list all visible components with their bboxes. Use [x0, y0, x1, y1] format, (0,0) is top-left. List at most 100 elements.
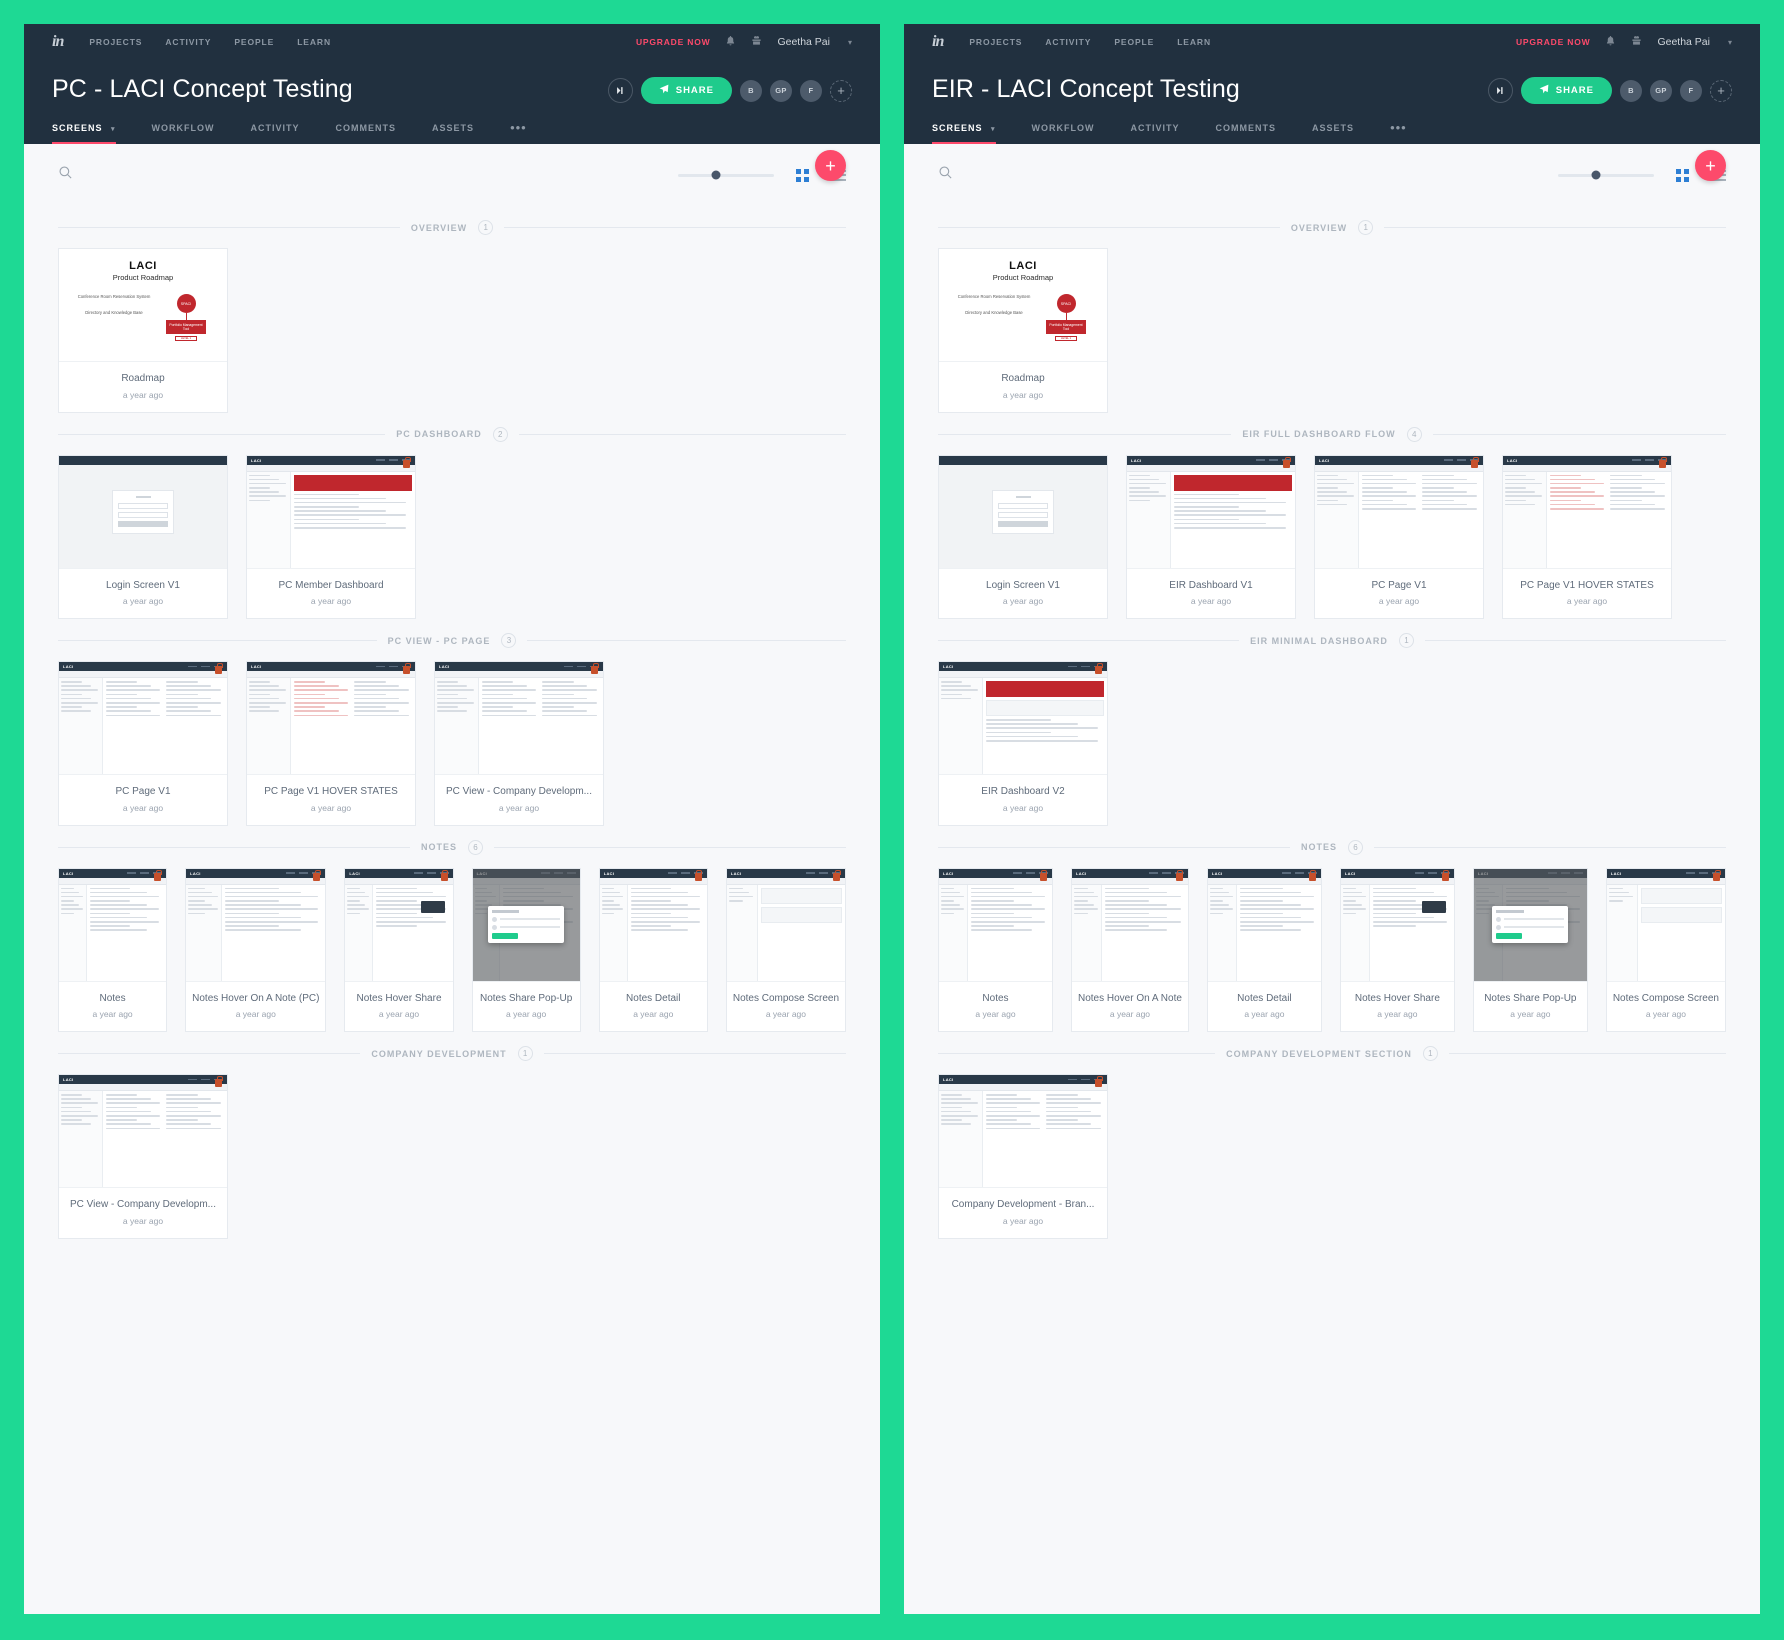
tab-activity[interactable]: ACTIVITY — [233, 123, 318, 144]
screen-card[interactable]: LACI Notes Hover Share a year ago — [344, 867, 454, 1032]
invision-logo-icon[interactable]: in — [52, 33, 64, 51]
screen-card[interactable]: Login Screen V1 a year ago — [58, 454, 228, 619]
screen-thumbnail-area[interactable]: LACI — [59, 662, 227, 775]
tab-screens[interactable]: SCREENS ▾ — [932, 123, 1014, 144]
tab-workflow[interactable]: WORKFLOW — [134, 123, 233, 144]
screen-card[interactable]: LACI Notes Hover On A Note a year ago — [1070, 867, 1189, 1032]
screen-card[interactable]: LACI Notes Detail a year ago — [598, 867, 708, 1032]
screen-thumbnail-area[interactable]: LACI — [1127, 455, 1295, 569]
screen-card[interactable]: LACI Company Development - Bran... a yea… — [938, 1074, 1108, 1239]
screen-card[interactable]: LACI Notes Compose Screen a year ago — [1605, 867, 1726, 1032]
present-mode-icon[interactable] — [1487, 78, 1513, 103]
topnav-link-learn[interactable]: LEARN — [297, 37, 331, 47]
screen-card[interactable]: LACI Notes a year ago — [938, 867, 1053, 1032]
avatar[interactable]: GP — [770, 79, 792, 102]
share-button[interactable]: SHARE — [1520, 77, 1612, 104]
present-mode-icon[interactable] — [607, 78, 633, 103]
avatar[interactable]: GP — [1650, 79, 1672, 102]
screen-thumbnail-area[interactable]: LACI — [1340, 868, 1454, 982]
slider-knob[interactable] — [1591, 170, 1601, 180]
screen-card[interactable]: LACI Product Roadmap Conference Room Res… — [938, 248, 1108, 413]
gift-icon[interactable] — [1631, 35, 1642, 49]
screen-card[interactable]: LACI Notes Hover On A Note (PC) a year a… — [185, 867, 327, 1032]
screen-thumbnail-area[interactable]: LACI — [472, 868, 580, 982]
screen-thumbnail-area[interactable]: LACI — [59, 868, 167, 982]
avatar[interactable]: F — [800, 79, 822, 102]
screen-card[interactable]: LACI PC Page V1 a year ago — [58, 661, 228, 826]
thumbnail-size-slider[interactable] — [678, 170, 774, 180]
add-screen-fab[interactable]: + — [815, 150, 846, 181]
add-member-button[interactable]: + — [830, 79, 852, 102]
screen-thumbnail-area[interactable]: LACI — [1207, 868, 1321, 982]
topnav-link-people[interactable]: PEOPLE — [234, 37, 274, 47]
user-menu-name[interactable]: Geetha Pai — [777, 36, 830, 48]
screen-thumbnail-area[interactable]: LACI Product Roadmap Conference Room Res… — [59, 249, 227, 362]
gift-icon[interactable] — [751, 35, 762, 49]
topnav-link-activity[interactable]: ACTIVITY — [1045, 37, 1091, 47]
avatar[interactable]: B — [740, 79, 762, 102]
topnav-link-projects[interactable]: PROJECTS — [89, 37, 142, 47]
tab-workflow[interactable]: WORKFLOW — [1014, 123, 1113, 144]
slider-knob[interactable] — [711, 170, 721, 180]
invision-logo-icon[interactable]: in — [932, 33, 944, 51]
screen-thumbnail-area[interactable]: LACI — [939, 868, 1052, 982]
search-icon[interactable] — [58, 165, 73, 185]
screen-card[interactable]: LACI PC Page V1 HOVER STATES a year ago — [1502, 454, 1672, 619]
bell-icon[interactable] — [1605, 35, 1616, 49]
screen-thumbnail-area[interactable]: LACI — [345, 868, 453, 982]
share-button[interactable]: SHARE — [640, 77, 732, 104]
grid-view-icon[interactable] — [1676, 168, 1689, 182]
upgrade-now-link[interactable]: UPGRADE NOW — [636, 37, 710, 47]
screen-card[interactable]: LACI PC Page V1 a year ago — [1314, 454, 1484, 619]
screen-card[interactable]: LACI PC View - Company Developm... a yea… — [58, 1074, 228, 1239]
add-screen-fab[interactable]: + — [1695, 150, 1726, 181]
grid-view-icon[interactable] — [796, 168, 809, 182]
screen-thumbnail-area[interactable]: LACI — [939, 1075, 1107, 1188]
screen-thumbnail-area[interactable]: LACI — [939, 662, 1107, 775]
add-member-button[interactable]: + — [1710, 79, 1732, 102]
screen-card[interactable]: LACI PC Page V1 HOVER STATES a year ago — [246, 661, 416, 826]
chevron-down-icon[interactable]: ▾ — [1728, 38, 1732, 47]
topnav-link-projects[interactable]: PROJECTS — [969, 37, 1022, 47]
avatar[interactable]: B — [1620, 79, 1642, 102]
tab-assets[interactable]: ASSETS — [1294, 123, 1372, 144]
avatar[interactable]: F — [1680, 79, 1702, 102]
screen-card[interactable]: Login Screen V1 a year ago — [938, 454, 1108, 619]
bell-icon[interactable] — [725, 35, 736, 49]
screen-thumbnail-area[interactable]: LACI — [726, 868, 846, 982]
screen-thumbnail-area[interactable]: LACI — [1503, 455, 1671, 569]
screen-thumbnail-area[interactable]: LACI — [599, 868, 707, 982]
screen-thumbnail-area[interactable] — [59, 455, 227, 569]
screen-card[interactable]: LACI Notes Compose Screen a year ago — [725, 867, 847, 1032]
upgrade-now-link[interactable]: UPGRADE NOW — [1516, 37, 1590, 47]
screen-thumbnail-area[interactable]: LACI Product Roadmap Conference Room Res… — [939, 249, 1107, 362]
screen-card[interactable]: LACI Notes Detail a year ago — [1206, 867, 1322, 1032]
topnav-link-activity[interactable]: ACTIVITY — [165, 37, 211, 47]
screen-thumbnail-area[interactable]: LACI — [247, 455, 415, 569]
search-icon[interactable] — [938, 165, 953, 185]
screen-thumbnail-area[interactable]: LACI — [186, 868, 326, 982]
screen-thumbnail-area[interactable]: LACI — [1315, 455, 1483, 569]
topnav-link-learn[interactable]: LEARN — [1177, 37, 1211, 47]
screen-card[interactable]: LACI PC Member Dashboard a year ago — [246, 454, 416, 619]
screen-thumbnail-area[interactable]: LACI — [1071, 868, 1188, 982]
screen-thumbnail-area[interactable]: LACI — [1606, 868, 1725, 982]
screen-card[interactable]: LACI Notes Hover Share a year ago — [1339, 867, 1455, 1032]
screen-card[interactable]: LACI EIR Dashboard V2 a year ago — [938, 661, 1108, 826]
tab-comments[interactable]: COMMENTS — [318, 123, 415, 144]
thumbnail-size-slider[interactable] — [1558, 170, 1654, 180]
more-tabs-icon[interactable]: ••• — [492, 120, 545, 144]
tab-assets[interactable]: ASSETS — [414, 123, 492, 144]
screen-card[interactable]: LACI Notes a year ago — [58, 867, 168, 1032]
topnav-link-people[interactable]: PEOPLE — [1114, 37, 1154, 47]
screen-thumbnail-area[interactable]: LACI — [435, 662, 603, 775]
tab-comments[interactable]: COMMENTS — [1198, 123, 1295, 144]
tab-screens[interactable]: SCREENS ▾ — [52, 123, 134, 144]
more-tabs-icon[interactable]: ••• — [1372, 120, 1425, 144]
screen-thumbnail-area[interactable]: LACI — [247, 662, 415, 775]
screen-thumbnail-area[interactable]: LACI — [1473, 868, 1587, 982]
screen-card[interactable]: LACI Notes Share Pop-Up a year ago — [1472, 867, 1588, 1032]
chevron-down-icon[interactable]: ▾ — [848, 38, 852, 47]
user-menu-name[interactable]: Geetha Pai — [1657, 36, 1710, 48]
screen-card[interactable]: LACI Notes Share Pop-Up a year ago — [471, 867, 581, 1032]
